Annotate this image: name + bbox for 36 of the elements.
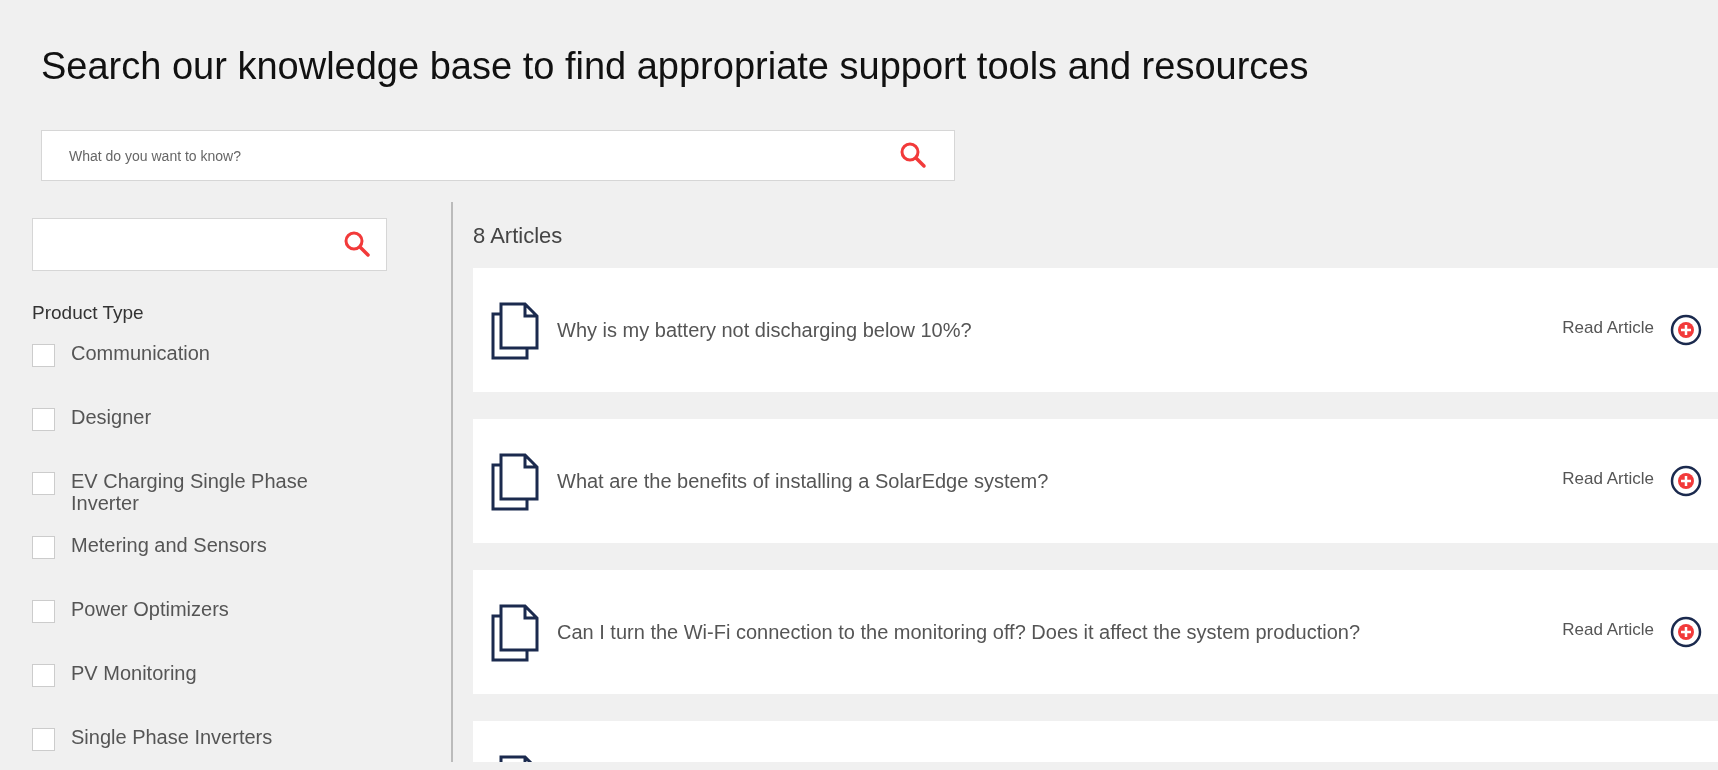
checkbox[interactable] [32,471,55,495]
filter-label[interactable]: Designer [71,405,331,428]
checkbox[interactable] [32,599,55,623]
document-icon [489,602,541,662]
read-article-link[interactable]: Read Article [1562,315,1654,341]
filter-search-field[interactable] [32,218,387,271]
document-icon [489,300,541,360]
filter-title: Product Type [32,301,145,325]
read-article-link[interactable]: Read Article [1562,466,1654,492]
filter-label[interactable]: Metering and Sensors [71,533,331,556]
search-icon[interactable] [899,141,927,169]
checkbox[interactable] [32,727,55,751]
filter-label[interactable]: Communication [71,341,331,364]
plus-circle-icon[interactable] [1670,465,1702,497]
filter-label[interactable]: EV Charging Single Phase Inverter [71,469,331,514]
search-icon[interactable] [343,230,371,258]
article-card[interactable]: Can I turn the Wi-Fi connection to the monitoring off? Does it affect the system production? Read Article [473,570,1718,694]
checkbox[interactable] [32,343,55,367]
filter-label[interactable]: Single Phase Inverters [71,725,331,748]
checkbox[interactable] [32,535,55,559]
plus-circle-icon[interactable] [1670,314,1702,346]
article-title[interactable]: What are the benefits of installing a SolarEdge system? [557,466,1547,496]
filter-label[interactable]: Power Optimizers [71,597,331,620]
article-title[interactable]: Why is my battery not discharging below 10%? [557,315,1547,345]
filter-label[interactable]: PV Monitoring [71,661,331,684]
read-article-link[interactable]: Read Article [1562,617,1654,643]
article-card[interactable]: What are the benefits of installing a SolarEdge system? Read Article [473,419,1718,543]
checkbox[interactable] [32,663,55,687]
article-card[interactable]: Why is my battery not discharging below 10%? Read Article [473,268,1718,392]
article-title[interactable]: Can I turn the Wi-Fi connection to the monitoring off? Does it affect the system production? [557,617,1547,647]
page-heading: Search our knowledge base to find appropriate support tools and resources [41,44,1310,89]
plus-circle-icon[interactable] [1670,616,1702,648]
checkbox[interactable] [32,407,55,431]
document-icon [489,451,541,511]
article-count: 8 Articles [473,222,564,250]
search-field[interactable]: What do you want to know? [41,130,955,181]
